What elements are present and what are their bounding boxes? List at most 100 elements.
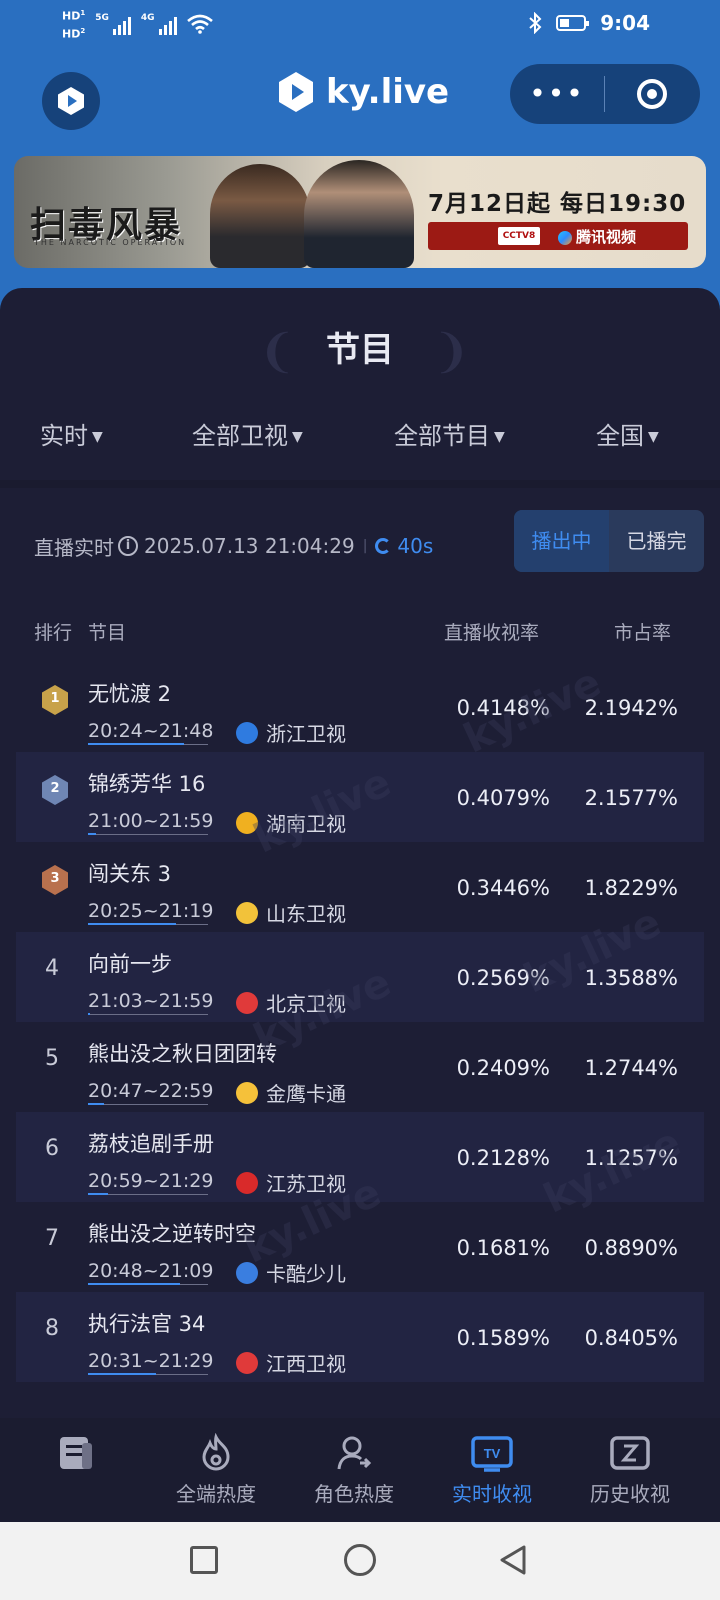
airing-progress-fill bbox=[88, 1013, 91, 1015]
rank-number: 5 bbox=[45, 1046, 59, 1071]
header-rank: 排行 bbox=[34, 622, 73, 644]
info-icon[interactable]: i bbox=[118, 536, 138, 556]
rank-number: 8 bbox=[45, 1316, 59, 1341]
recent-apps-button[interactable] bbox=[190, 1546, 218, 1574]
airing-progress-bar bbox=[88, 1283, 208, 1285]
table-row[interactable]: 8 执行法官 34 20:31~21:29 江西卫视 0.1589% 0.8405% bbox=[16, 1292, 704, 1382]
airing-progress-bar bbox=[88, 1013, 208, 1015]
bluetooth-icon bbox=[529, 12, 542, 34]
nav-item-board[interactable] bbox=[6, 1428, 146, 1478]
airing-progress-fill bbox=[88, 1103, 104, 1105]
program-name: 熊出没之秋日团团转 bbox=[88, 1042, 277, 1066]
wifi-icon bbox=[186, 14, 213, 34]
battery-icon bbox=[556, 15, 590, 31]
status-left: HD1 HD2 5G 4G bbox=[62, 6, 213, 41]
channel-logo-icon bbox=[236, 901, 258, 924]
market-share: 1.8229% bbox=[584, 876, 678, 900]
airing-progress-bar bbox=[88, 1373, 208, 1375]
svg-text:TV: TV bbox=[484, 1446, 501, 1461]
more-menu-button[interactable]: ••• bbox=[510, 64, 604, 124]
rank-number: 4 bbox=[45, 956, 59, 981]
cctv8-logo: CCTV8 bbox=[498, 227, 540, 245]
home-button[interactable] bbox=[344, 1544, 376, 1576]
program-time: 20:31~21:29 bbox=[88, 1350, 214, 1372]
board-icon bbox=[60, 1437, 92, 1469]
channel-logo-icon bbox=[236, 721, 258, 744]
back-button[interactable] bbox=[498, 1544, 528, 1576]
tab-on-air[interactable]: 播出中 bbox=[514, 510, 609, 572]
nav-label: 全端热度 bbox=[176, 1482, 256, 1506]
nav-item-live-ratings[interactable]: TV 实时收视 bbox=[422, 1428, 562, 1507]
live-rating: 0.1589% bbox=[456, 1326, 550, 1350]
program-name: 无忧渡 2 bbox=[88, 682, 172, 706]
close-mini-program-button[interactable] bbox=[605, 79, 699, 109]
status-bar: HD1 HD2 5G 4G 9:04 bbox=[0, 0, 720, 50]
bottom-nav: 全端热度 角色热度 TV 实时收视 历史收视 bbox=[0, 1418, 720, 1522]
table-row[interactable]: 5 熊出没之秋日团团转 20:47~22:59 金鹰卡通 0.2409% 1.2744% bbox=[16, 1022, 704, 1112]
nav-item-hotness[interactable]: 全端热度 bbox=[146, 1428, 286, 1507]
airing-progress-bar bbox=[88, 743, 208, 745]
table-row[interactable]: 4 向前一步 21:03~21:59 北京卫视 0.2569% 1.3588% bbox=[16, 932, 704, 1022]
header-program: 节目 bbox=[88, 622, 127, 644]
live-rating: 0.2409% bbox=[456, 1056, 550, 1080]
channel-logo-icon bbox=[236, 1351, 258, 1374]
airing-progress-fill bbox=[88, 1193, 109, 1195]
airing-progress-fill bbox=[88, 1283, 181, 1285]
rank-number: 6 bbox=[45, 1136, 59, 1161]
airing-progress-bar bbox=[88, 923, 208, 925]
channel: 北京卫视 bbox=[236, 988, 346, 1017]
caret-down-icon: ▼ bbox=[648, 429, 659, 445]
channel-logo-icon bbox=[236, 1261, 258, 1284]
nav-item-role-hotness[interactable]: 角色热度 bbox=[284, 1428, 424, 1507]
rank-medal-icon: 2 bbox=[40, 774, 70, 806]
tencent-video-icon bbox=[558, 230, 572, 245]
filter-channel[interactable]: 全部卫视 ▼ bbox=[192, 416, 303, 451]
table-row[interactable]: 1 无忧渡 2 20:24~21:48 浙江卫视 0.4148% 2.1942% bbox=[16, 662, 704, 752]
header-rating[interactable]: 直播收视率 bbox=[444, 618, 539, 645]
caret-down-icon: ▼ bbox=[494, 429, 505, 445]
program-time: 20:25~21:19 bbox=[88, 900, 214, 922]
promo-banner[interactable]: 扫毒风暴 THE NARCOTIC OPERATION 7月12日起 每日19:… bbox=[14, 156, 706, 268]
market-share: 1.3588% bbox=[584, 966, 678, 990]
market-share: 2.1577% bbox=[584, 786, 678, 810]
live-label: 直播实时 bbox=[34, 535, 114, 560]
airing-progress-fill bbox=[88, 833, 97, 835]
program-time: 20:24~21:48 bbox=[88, 720, 214, 742]
refresh-countdown[interactable]: 40s bbox=[375, 534, 433, 558]
nav-label: 历史收视 bbox=[590, 1482, 670, 1506]
header-share[interactable]: 市占率 bbox=[614, 618, 671, 645]
program-name: 熊出没之逆转时空 bbox=[88, 1222, 256, 1246]
broadcast-status-toggle: 播出中 已播完 bbox=[514, 510, 704, 572]
filter-time-range[interactable]: 实时 ▼ bbox=[40, 416, 103, 451]
airing-progress-bar bbox=[88, 1103, 208, 1105]
table-row[interactable]: 2 锦绣芳华 16 21:00~21:59 湖南卫视 0.4079% 2.1577% bbox=[16, 752, 704, 842]
table-row[interactable]: 6 荔枝追剧手册 20:59~21:29 江苏卫视 0.2128% 1.1257% bbox=[16, 1112, 704, 1202]
filter-program-type[interactable]: 全部节目 ▼ bbox=[394, 416, 505, 451]
banner-show-subtitle: THE NARCOTIC OPERATION bbox=[34, 238, 187, 247]
tab-finished[interactable]: 已播完 bbox=[609, 510, 704, 572]
person-icon bbox=[337, 1436, 372, 1470]
channel: 山东卫视 bbox=[236, 898, 346, 927]
program-time: 21:03~21:59 bbox=[88, 990, 214, 1012]
nav-item-history-ratings[interactable]: 历史收视 bbox=[560, 1428, 700, 1507]
channel: 江苏卫视 bbox=[236, 1168, 346, 1197]
system-nav-bar bbox=[0, 1522, 720, 1600]
live-rating: 0.1681% bbox=[456, 1236, 550, 1260]
table-row[interactable]: 7 熊出没之逆转时空 20:48~21:09 卡酷少儿 0.1681% 0.8890% bbox=[16, 1202, 704, 1292]
channel: 湖南卫视 bbox=[236, 808, 346, 837]
program-time: 20:59~21:29 bbox=[88, 1170, 214, 1192]
signal-5g-icon: 5G bbox=[95, 13, 131, 35]
mini-program-capsule: ••• bbox=[510, 64, 700, 124]
signal-4g-icon: 4G bbox=[141, 13, 177, 35]
program-name: 荔枝追剧手册 bbox=[88, 1132, 214, 1156]
market-share: 1.2744% bbox=[584, 1056, 678, 1080]
table-row[interactable]: 3 闯关东 3 20:25~21:19 山东卫视 0.3446% 1.8229% bbox=[16, 842, 704, 932]
status-right: 9:04 bbox=[528, 11, 650, 35]
brand: ky.live bbox=[276, 70, 449, 114]
app-logo-button[interactable] bbox=[42, 72, 100, 130]
tencent-video-logo: 腾讯视频 bbox=[558, 226, 636, 247]
airing-progress-bar bbox=[88, 1193, 208, 1195]
program-time: 20:47~22:59 bbox=[88, 1080, 214, 1102]
rank-number: 7 bbox=[45, 1226, 59, 1251]
filter-region[interactable]: 全国 ▼ bbox=[596, 416, 659, 451]
